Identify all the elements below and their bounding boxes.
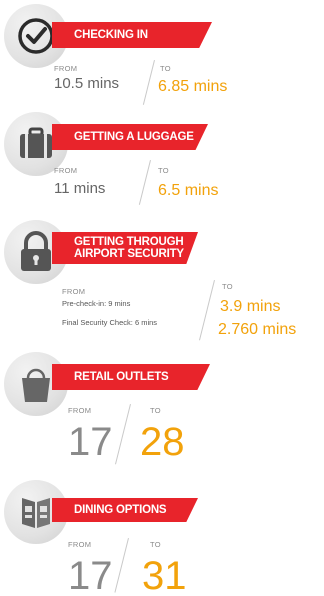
to-value: 6.85 mins bbox=[158, 78, 228, 95]
from-value: 10.5 mins bbox=[54, 75, 120, 92]
from-label: FROM bbox=[54, 166, 78, 175]
to-label: TO bbox=[222, 282, 233, 291]
section-title-banner: Dining options bbox=[52, 498, 198, 522]
divider-slash bbox=[114, 538, 129, 593]
from-label: FROM bbox=[68, 406, 92, 415]
section-luggage: Getting a luggage FROM 11 mins TO 6.5 mi… bbox=[0, 110, 324, 210]
from-value: 17 bbox=[68, 420, 113, 464]
section-dining: Dining options FROM 17 TO 31 bbox=[0, 476, 324, 596]
section-retail: Retail outlets FROM 17 TO 28 bbox=[0, 350, 324, 470]
from-label: FROM bbox=[62, 287, 86, 296]
section-title-banner: Retail outlets bbox=[52, 364, 210, 390]
divider-slash bbox=[142, 60, 155, 105]
section-title-banner: Checking in bbox=[52, 22, 212, 48]
to-label: TO bbox=[150, 406, 161, 415]
from-value: 11 mins bbox=[54, 180, 106, 197]
divider-slash bbox=[199, 280, 215, 341]
to-value-precheck: 3.9 mins bbox=[220, 298, 281, 315]
from-label: FROM bbox=[54, 64, 78, 73]
from-value: 17 bbox=[68, 554, 113, 596]
to-value-final-check: 2.760 mins bbox=[218, 321, 297, 338]
from-detail-precheck: Pre-check-in: 9 mins bbox=[62, 299, 131, 308]
divider-slash bbox=[138, 160, 151, 205]
section-title-banner: Getting through airport security bbox=[52, 232, 198, 264]
to-value: 28 bbox=[140, 420, 185, 464]
section-title-banner: Getting a luggage bbox=[52, 124, 208, 150]
to-label: TO bbox=[150, 540, 161, 549]
to-value: 6.5 mins bbox=[158, 182, 219, 199]
divider-slash bbox=[115, 404, 131, 465]
to-value: 31 bbox=[142, 554, 187, 596]
to-label: TO bbox=[160, 64, 171, 73]
to-label: TO bbox=[158, 166, 169, 175]
from-detail-final-check: Final Security Check: 6 mins bbox=[62, 318, 158, 327]
section-checking-in: Checking in FROM 10.5 mins TO 6.85 mins bbox=[0, 0, 324, 110]
section-security: Getting through airport security FROM Pr… bbox=[0, 218, 324, 350]
from-label: FROM bbox=[68, 540, 92, 549]
